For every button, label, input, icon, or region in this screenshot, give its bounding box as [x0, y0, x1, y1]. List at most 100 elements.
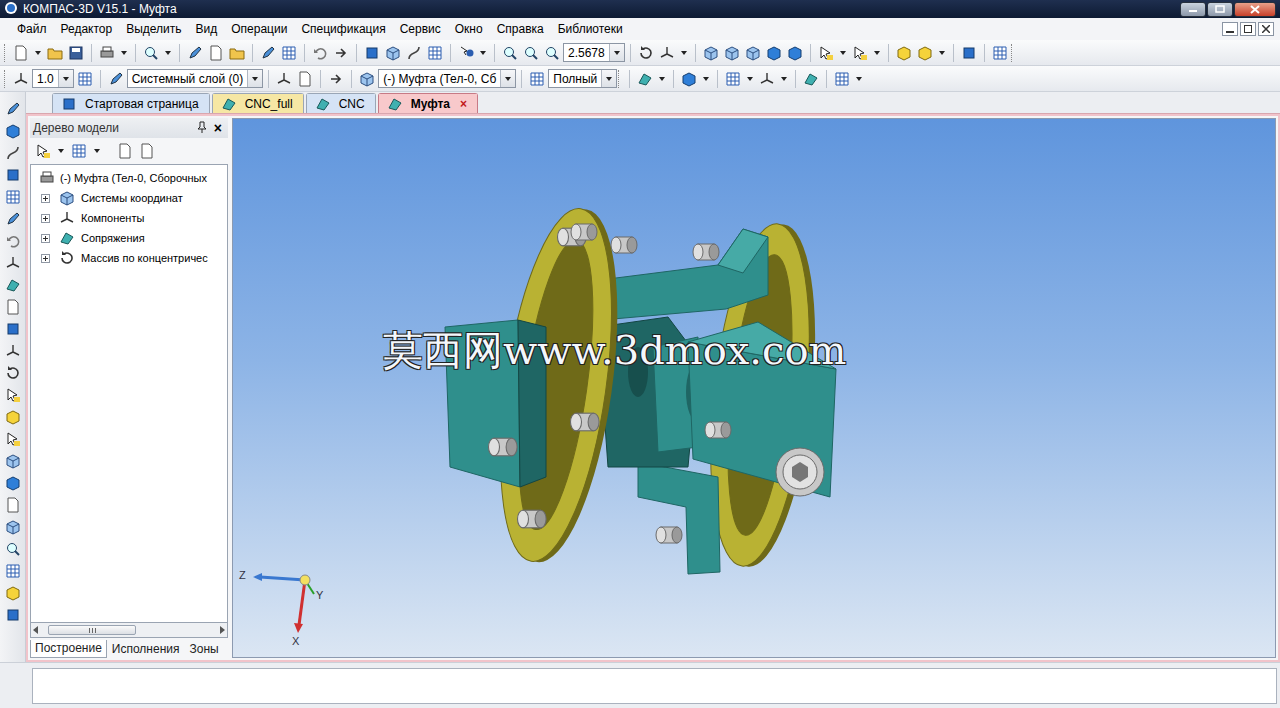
menu-item[interactable]: Вид [189, 20, 225, 38]
compact-tool-10-icon[interactable] [3, 318, 23, 339]
wireframe-icon[interactable] [701, 43, 721, 63]
dropdown-arrow-icon[interactable] [659, 77, 665, 81]
grid-step-icon[interactable] [11, 69, 31, 89]
halftone-edges-icon[interactable] [785, 43, 805, 63]
dropdown-arrow-icon[interactable] [606, 77, 612, 81]
dropdown-arrow-icon[interactable] [252, 77, 258, 81]
tree-icon[interactable] [362, 43, 382, 63]
expand-toggle[interactable] [41, 194, 50, 203]
panel-tab[interactable]: Исполнения [107, 640, 185, 658]
expand-toggle[interactable] [41, 254, 50, 263]
layer-field[interactable]: Системный слой (0) [127, 69, 263, 88]
tree-filter-icon[interactable] [137, 141, 157, 161]
menu-item[interactable]: Файл [10, 20, 54, 38]
tree-item-icon[interactable] [57, 208, 77, 228]
text-icon[interactable] [832, 69, 852, 89]
menu-item[interactable]: Справка [490, 20, 551, 38]
document-icon[interactable] [313, 94, 333, 114]
format-brush-icon[interactable] [258, 43, 278, 63]
doc-restore-icon[interactable] [1240, 22, 1256, 36]
zoom-icon[interactable] [542, 43, 562, 63]
menu-item[interactable]: Библиотеки [551, 20, 630, 38]
tree-node[interactable]: Компоненты [31, 208, 227, 228]
close-button[interactable] [1234, 2, 1276, 17]
dropdown-arrow-icon[interactable] [703, 77, 709, 81]
document-icon[interactable] [385, 94, 405, 114]
component-icon[interactable] [357, 69, 377, 89]
properties-icon[interactable] [990, 43, 1010, 63]
doc-minimize-icon[interactable] [1222, 22, 1238, 36]
horizontal-scrollbar[interactable] [30, 623, 228, 638]
calculator-icon[interactable] [279, 43, 299, 63]
dropdown-arrow-icon[interactable] [121, 51, 127, 55]
measure-icon[interactable] [757, 69, 777, 89]
redo-icon[interactable] [331, 43, 351, 63]
orient-icon[interactable] [326, 69, 346, 89]
preview-icon[interactable] [141, 43, 161, 63]
tree-item-icon[interactable] [57, 248, 77, 268]
layers-icon[interactable] [723, 69, 743, 89]
rotate-icon[interactable] [636, 43, 656, 63]
compact-tool-6-icon[interactable] [3, 230, 23, 251]
dropdown-arrow-icon[interactable] [35, 51, 41, 55]
scroll-thumb[interactable] [48, 625, 136, 635]
filter-icon[interactable] [850, 43, 870, 63]
step-field[interactable]: 1.0 [32, 69, 74, 88]
compact-tool-11-icon[interactable] [3, 340, 23, 361]
view-state-icon[interactable] [295, 69, 315, 89]
compact-tool-22-icon[interactable] [3, 582, 23, 603]
orientation-icon[interactable] [657, 43, 677, 63]
minimize-button[interactable] [1180, 2, 1206, 17]
dropdown-arrow-icon[interactable] [939, 51, 945, 55]
compact-tool-13-icon[interactable] [3, 384, 23, 405]
dropdown-arrow-icon[interactable] [505, 77, 511, 81]
dropdown-arrow-icon[interactable] [58, 149, 64, 153]
menu-item[interactable]: Окно [448, 20, 490, 38]
detail-field[interactable]: Полный [548, 69, 617, 88]
local-cs-icon[interactable] [274, 69, 294, 89]
doc-close-icon[interactable] [1258, 22, 1274, 36]
compact-tool-18-icon[interactable] [3, 494, 23, 515]
compact-tool-3-icon[interactable] [3, 164, 23, 185]
dropdown-arrow-icon[interactable] [63, 77, 69, 81]
compact-tool-1-icon[interactable] [3, 120, 23, 141]
compact-tool-23-icon[interactable] [3, 604, 23, 625]
compact-tool-0-icon[interactable] [3, 98, 23, 119]
tree-item-icon[interactable] [57, 228, 77, 248]
thin-lines-icon[interactable] [743, 43, 763, 63]
scene-icon[interactable] [679, 69, 699, 89]
paste-icon[interactable] [227, 43, 247, 63]
dropdown-arrow-icon[interactable] [840, 51, 846, 55]
undo-icon[interactable] [310, 43, 330, 63]
layer-icon[interactable] [106, 69, 126, 89]
assembly-icon[interactable] [37, 168, 57, 188]
hidden-lines-icon[interactable] [722, 43, 742, 63]
zoom-all-icon[interactable] [521, 43, 541, 63]
open-icon[interactable] [45, 43, 65, 63]
dropdown-arrow-icon[interactable] [747, 77, 753, 81]
tree-node[interactable]: Системы координат [31, 188, 227, 208]
compact-tool-17-icon[interactable] [3, 472, 23, 493]
compact-tool-21-icon[interactable] [3, 560, 23, 581]
pin-icon[interactable] [197, 121, 207, 136]
cut-icon[interactable] [185, 43, 205, 63]
dropdown-arrow-icon[interactable] [681, 51, 687, 55]
tree-node[interactable]: (-) Муфта (Тел-0, Сборочных [31, 168, 227, 188]
tab-close-button[interactable]: × [456, 97, 467, 111]
halftone-icon[interactable] [764, 43, 784, 63]
expand-toggle[interactable] [41, 234, 50, 243]
compact-tool-4-icon[interactable] [3, 186, 23, 207]
compact-tool-9-icon[interactable] [3, 296, 23, 317]
compact-tool-14-icon[interactable] [3, 406, 23, 427]
tree-node[interactable]: Массив по концентричес [31, 248, 227, 268]
select-icon[interactable] [816, 43, 836, 63]
snap-icon[interactable] [959, 43, 979, 63]
compact-tool-7-icon[interactable] [3, 252, 23, 273]
tree-node[interactable]: Сопряжения [31, 228, 227, 248]
document-tab[interactable]: Муфта× [378, 93, 478, 113]
mates-icon[interactable] [801, 69, 821, 89]
display-icon[interactable] [635, 69, 655, 89]
new-icon[interactable] [11, 43, 31, 63]
libraries-icon[interactable] [425, 43, 445, 63]
menu-item[interactable]: Редактор [54, 20, 120, 38]
